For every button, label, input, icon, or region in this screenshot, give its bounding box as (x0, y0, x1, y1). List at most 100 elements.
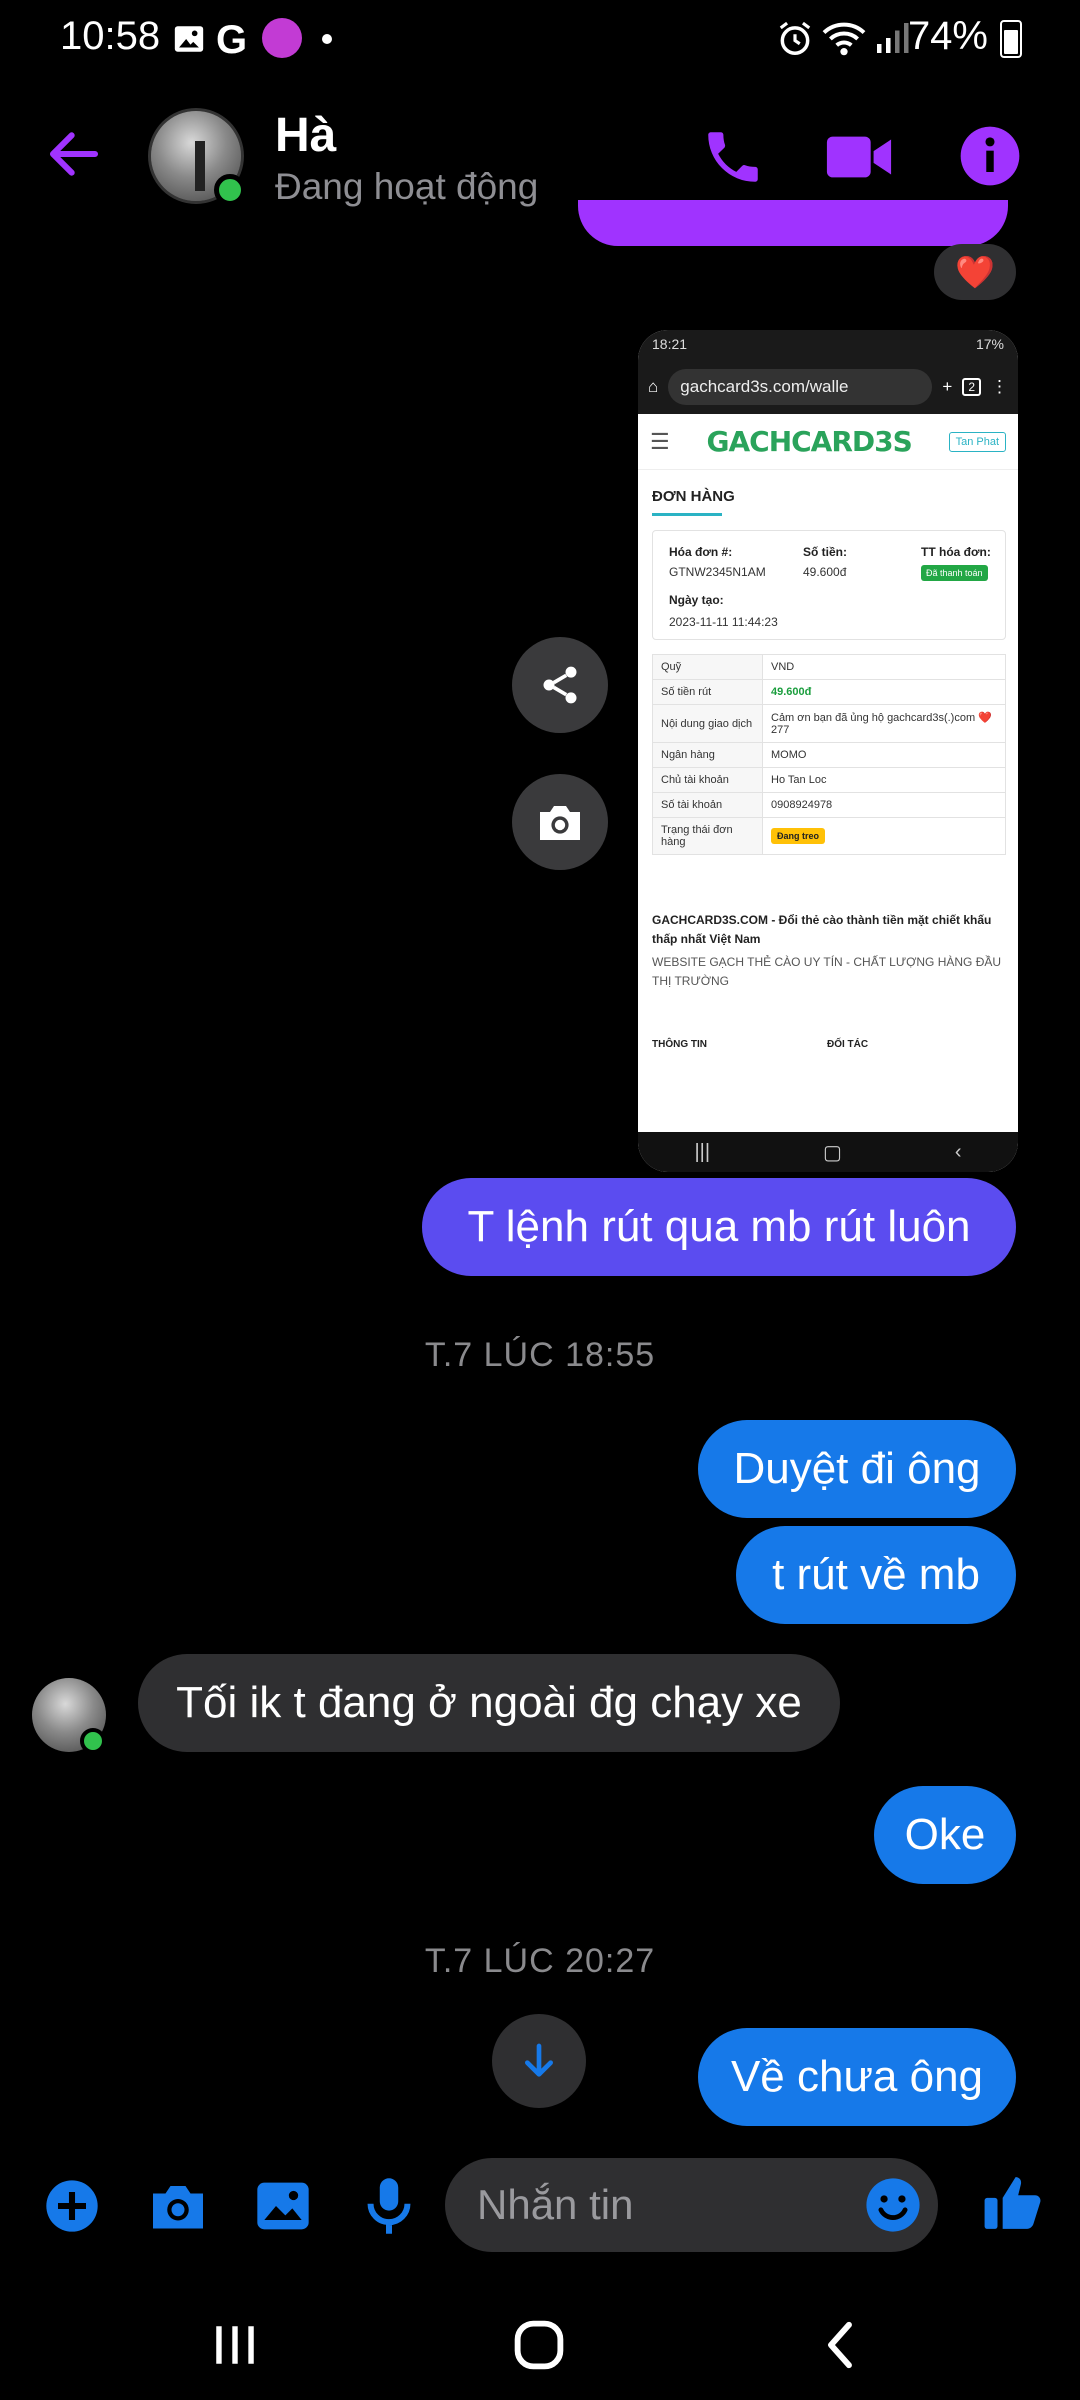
video-call-icon[interactable] (824, 124, 894, 195)
screenshot-status-time: 18:21 (652, 336, 688, 352)
alarm-icon (776, 20, 814, 63)
camera-capture-button[interactable] (512, 774, 608, 870)
invoice-label: Hóa đơn #: (669, 545, 733, 559)
home-icon: ⌂ (648, 377, 659, 396)
screenshot-url: gachcard3s.com/walle (668, 369, 933, 405)
home-icon: ▢ (823, 1141, 842, 1164)
home-icon[interactable] (512, 2318, 566, 2377)
screenshot-image-message[interactable]: 18:21 17% ⌂ gachcard3s.com/walle + 2 ⋮ ☰… (638, 330, 1018, 1172)
row-key: Quỹ (652, 654, 763, 680)
screenshot-browser-bar: ⌂ gachcard3s.com/walle + 2 ⋮ (638, 360, 1018, 414)
battery-icon (1000, 20, 1022, 58)
more-notifications-dot-icon (322, 34, 332, 44)
message-bubble-sent[interactable]: T lệnh rút qua mb rút luôn (422, 1178, 1016, 1276)
app-notification-icon (262, 18, 302, 58)
wifi-icon (822, 18, 866, 63)
footer-columns: THÔNG TIN ĐỐI TÁC (652, 1039, 1006, 1050)
back-icon[interactable] (820, 2318, 860, 2377)
invoice-status-label: TT hóa đơn: (921, 545, 991, 559)
row-value: 0908924978 (762, 792, 1006, 818)
created-value: 2023-11-11 11:44:23 (669, 615, 778, 629)
plus-icon[interactable] (44, 2178, 100, 2239)
row-key: Trạng thái đơn hàng (652, 817, 763, 855)
table-row: Số tài khoản 0908924978 (652, 792, 1006, 818)
footer-title: GACHCARD3S.COM - Đổi thẻ cào thành tiền … (652, 913, 992, 946)
emoji-icon[interactable] (864, 2176, 922, 2239)
row-key: Số tài khoản (652, 792, 763, 818)
previous-message-bubble[interactable] (578, 200, 1008, 246)
share-icon (543, 666, 577, 704)
table-row: Ngân hàng MOMO (652, 742, 1006, 768)
google-notification-icon: G (216, 18, 248, 62)
contact-name[interactable]: Hà (275, 108, 336, 163)
message-composer (0, 2150, 1080, 2260)
row-key: Chủ tài khoản (652, 767, 763, 793)
screenshot-status-bar: 18:21 17% (638, 330, 1018, 360)
camera-icon[interactable] (148, 2178, 208, 2239)
user-button: Tan Phat (948, 431, 1006, 452)
signal-icon (874, 20, 910, 61)
row-value: MOMO (762, 742, 1006, 768)
footer-col-partners: ĐỐI TÁC (827, 1039, 869, 1050)
battery-percent: 74% (907, 14, 988, 58)
message-bubble-sent[interactable]: Về chưa ông (698, 2028, 1016, 2126)
pending-badge: Đang treo (771, 828, 826, 844)
section-title: ĐƠN HÀNG (652, 488, 735, 505)
online-indicator (80, 1728, 106, 1754)
arrow-down-icon (525, 2043, 553, 2077)
message-bubble-sent[interactable]: Oke (874, 1786, 1016, 1884)
recent-apps-icon[interactable] (210, 2320, 260, 2375)
message-bubble-received[interactable]: Tối ik t đang ở ngoài đg chạy xe (138, 1654, 840, 1752)
camera-icon (540, 806, 580, 840)
screenshot-status-battery: 17% (975, 336, 1004, 352)
gallery-notification-icon (172, 22, 206, 61)
table-row: Nội dung giao dịch Cảm ơn bạn đã ủng hộ g… (652, 704, 1006, 743)
order-details-table: Quỹ VND Số tiền rút 49.600đ Nội dung giao … (652, 654, 1006, 855)
status-time: 10:58 (60, 14, 161, 58)
microphone-icon[interactable] (364, 2176, 414, 2241)
amount-value: 49.600đ (803, 565, 847, 579)
info-icon[interactable] (958, 124, 1022, 193)
invoice-status-badge: Đã thanh toán (921, 565, 988, 581)
back-arrow-icon[interactable] (44, 126, 104, 187)
table-row: Trạng thái đơn hàng Đang treo (652, 817, 1006, 855)
heart-reaction[interactable]: ❤️ (934, 244, 1016, 300)
row-key: Ngân hàng (652, 742, 763, 768)
recents-icon: ||| (694, 1140, 711, 1163)
created-label: Ngày tạo: (669, 593, 724, 607)
time-divider: T.7 LÚC 20:27 (424, 1942, 656, 1980)
gallery-icon[interactable] (254, 2178, 312, 2239)
row-value: Ho Tan Loc (762, 767, 1006, 793)
invoice-value: GTNW2345N1AM (669, 565, 766, 579)
row-value: Đang treo (762, 817, 1006, 855)
hamburger-menu-icon: ☰ (650, 428, 670, 454)
time-divider: T.7 LÚC 18:55 (424, 1336, 656, 1374)
online-indicator (214, 174, 246, 206)
share-button[interactable] (512, 637, 608, 733)
scroll-to-bottom-button[interactable] (492, 2014, 586, 2108)
row-key: Số tiền rút (652, 679, 763, 705)
table-row: Chủ tài khoản Ho Tan Loc (652, 767, 1006, 793)
tab-count: 2 (962, 378, 981, 396)
amount-label: Số tiền: (803, 545, 847, 559)
row-value: VND (762, 654, 1006, 680)
new-tab-icon: + (942, 377, 953, 396)
row-value: 49.600đ (762, 679, 1006, 705)
footer-col-info: THÔNG TIN (652, 1039, 707, 1050)
kebab-menu-icon: ⋮ (991, 377, 1008, 396)
screenshot-nav-bar: ||| ▢ ‹ (638, 1132, 1018, 1172)
row-key: Nội dung giao dịch (652, 704, 763, 743)
site-logo: GACHCARD3S (706, 425, 913, 458)
like-thumb-icon[interactable] (982, 2170, 1044, 2241)
invoice-card: Hóa đơn #: GTNW2345N1AM Số tiền: 49.600đ… (652, 530, 1006, 640)
message-bubble-sent[interactable]: Duyệt đi ông (698, 1420, 1016, 1518)
message-bubble-sent[interactable]: t rút về mb (736, 1526, 1016, 1624)
system-navigation-bar (0, 2290, 1080, 2400)
table-row: Quỹ VND (652, 654, 1006, 680)
contact-status: Đang hoạt động (275, 166, 539, 207)
voice-call-icon[interactable] (700, 124, 766, 195)
section-underline (652, 513, 722, 516)
row-value: Cảm ơn bạn đã ủng hộ gachcard3s(.)com ❤️… (762, 704, 1006, 743)
footer-subtitle: WEBSITE GẠCH THẺ CÀO UY TÍN - CHẤT LƯỢNG… (652, 955, 1002, 988)
back-icon: ‹ (954, 1140, 962, 1163)
